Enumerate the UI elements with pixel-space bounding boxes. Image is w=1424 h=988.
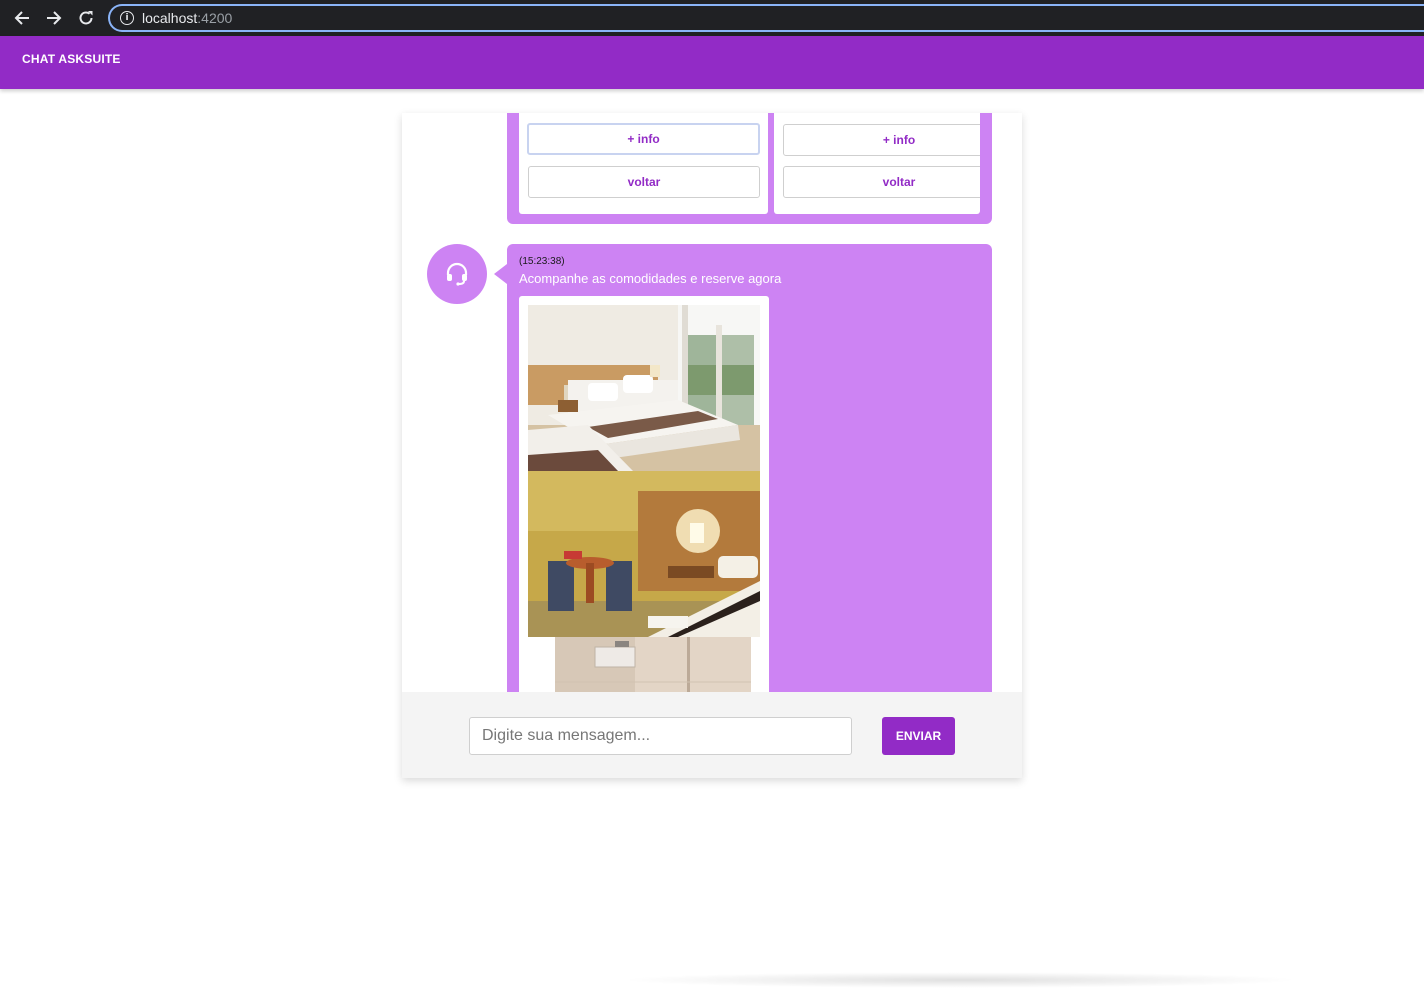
previous-message-bubble: + info voltar + info voltar: [507, 113, 992, 224]
message-text: Acompanhe as comodidades e reserve agora: [519, 271, 782, 286]
info-button[interactable]: + info: [527, 123, 760, 155]
back-button[interactable]: voltar: [528, 166, 760, 198]
bubble-pointer: [494, 264, 507, 284]
agent-avatar: [427, 244, 487, 304]
back-arrow-icon[interactable]: [6, 0, 38, 36]
reload-icon[interactable]: [70, 0, 102, 36]
message-input[interactable]: [469, 717, 852, 755]
app-header: CHAT ASKSUITE: [0, 36, 1424, 89]
option-card: + info voltar: [519, 113, 768, 214]
address-bar[interactable]: i localhost:4200: [108, 4, 1424, 32]
message-composer: ENVIAR: [402, 692, 1022, 778]
url-host: localhost: [142, 10, 198, 26]
option-card: + info voltar: [774, 113, 980, 214]
photo-gallery: [519, 296, 769, 692]
message-bubble: (15:23:38) Acompanhe as comodidades e re…: [507, 244, 992, 692]
url-port: :4200: [197, 10, 233, 26]
site-info-icon[interactable]: i: [120, 11, 134, 25]
info-button[interactable]: + info: [783, 124, 980, 156]
message-list[interactable]: + info voltar + info voltar (15:23:38) A…: [402, 113, 1022, 692]
message-timestamp: (15:23:38): [519, 256, 565, 267]
forward-arrow-icon[interactable]: [38, 0, 70, 36]
back-button[interactable]: voltar: [783, 166, 980, 198]
room-photo[interactable]: [528, 305, 760, 471]
chat-window: + info voltar + info voltar (15:23:38) A…: [402, 113, 1022, 778]
decorative-shadow: [620, 972, 1300, 988]
room-photo[interactable]: [555, 637, 751, 692]
browser-toolbar: i localhost:4200: [0, 0, 1424, 36]
send-button[interactable]: ENVIAR: [882, 717, 955, 755]
headset-icon: [446, 262, 468, 286]
app-title: CHAT ASKSUITE: [22, 52, 121, 66]
room-photo[interactable]: [528, 471, 760, 637]
